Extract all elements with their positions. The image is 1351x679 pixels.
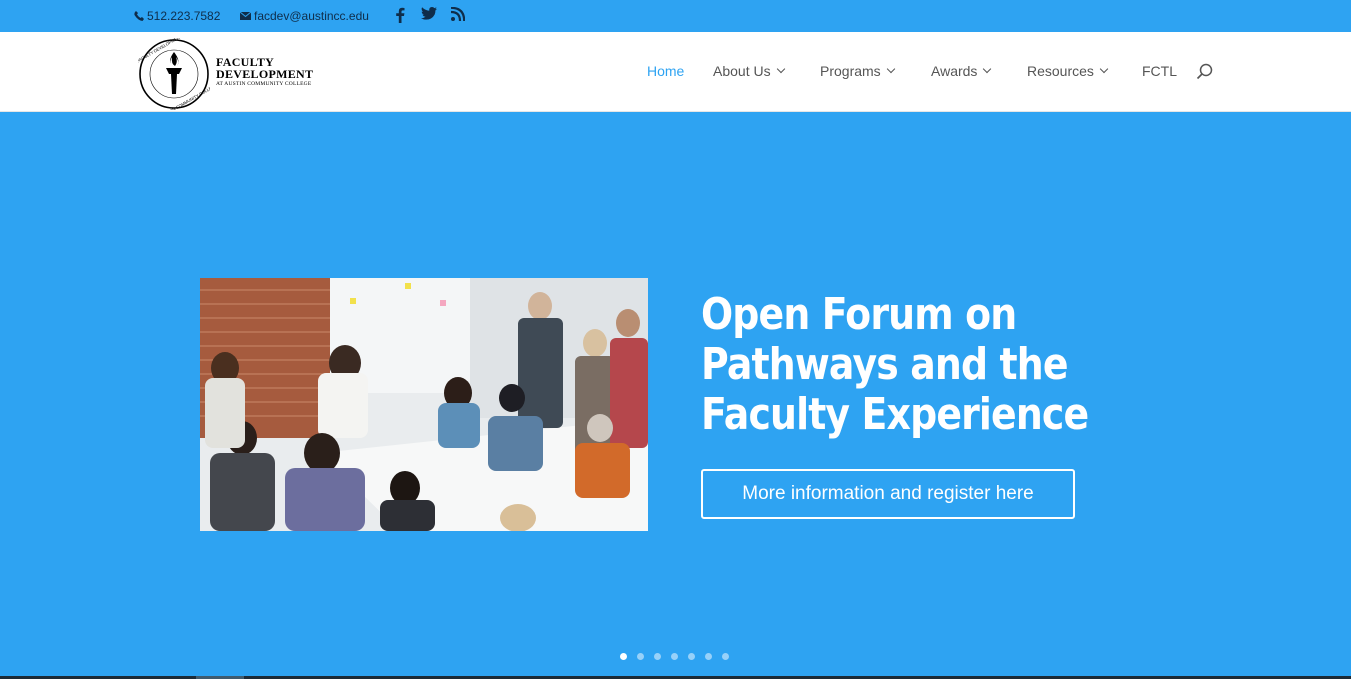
nav-awards[interactable]: Awards [931,63,992,79]
nav-programs-label: Programs [820,63,881,79]
chevron-down-icon [983,64,992,74]
phone-icon [134,11,144,21]
slide-dot-3[interactable] [654,653,661,660]
slide-dot-2[interactable] [637,653,644,660]
rss-icon[interactable] [450,6,466,24]
nav-home-label: Home [647,63,685,79]
twitter-icon[interactable] [421,7,437,24]
envelope-icon [240,12,251,20]
top-bar: 512.223.7582 facdev@austincc.edu [0,0,1351,32]
torch-seal-icon: FACULTY DEVELOPMENT AUSTIN COMMUNITY COL… [138,38,210,110]
nav-about-us-label: About Us [713,63,771,79]
phone-contact[interactable]: 512.223.7582 [134,9,220,23]
email-address: facdev@austincc.edu [254,9,369,23]
chevron-down-icon [886,64,895,74]
slide-dot-4[interactable] [671,653,678,660]
headline-line-1: Open Forum on [701,289,1017,340]
nav-programs[interactable]: Programs [820,63,895,79]
email-contact[interactable]: facdev@austincc.edu [240,9,369,23]
headline-line-3: Faculty Experience [701,389,1089,440]
slide-dot-1[interactable] [620,653,627,660]
cta-label: More information and register here [742,483,1034,504]
hero-headline: Open Forum on Pathways and the Faculty E… [701,289,1089,440]
nav-resources[interactable]: Resources [1027,63,1109,79]
chevron-down-icon [776,64,785,74]
slide-dot-5[interactable] [688,653,695,660]
more-info-register-button[interactable]: More information and register here [701,469,1075,519]
chevron-down-icon [1099,64,1109,74]
nav-awards-label: Awards [931,63,978,79]
nav-home[interactable]: Home [647,63,684,79]
nav-fctl[interactable]: FCTL [1142,63,1177,79]
site-logo[interactable]: FACULTY DEVELOPMENT AUSTIN COMMUNITY COL… [138,38,318,110]
headline-line-2: Pathways and the [701,339,1069,390]
facebook-icon[interactable] [395,7,405,26]
nav-about-us[interactable]: About Us [713,63,785,79]
search-icon[interactable] [1196,63,1214,86]
phone-number: 512.223.7582 [147,9,221,23]
slider-pagination [620,653,729,660]
slide-dot-7[interactable] [722,653,729,660]
nav-resources-label: Resources [1027,63,1094,79]
logo-line-college: AT AUSTIN COMMUNITY COLLEGE [216,81,312,87]
hero-photo [200,278,648,531]
logo-wordmark: FACULTY DEVELOPMENT AT AUSTIN COMMUNITY … [216,56,313,88]
slide-dot-6[interactable] [705,653,712,660]
nav-fctl-label: FCTL [1142,63,1177,79]
logo-line-development: DEVELOPMENT [216,67,314,81]
